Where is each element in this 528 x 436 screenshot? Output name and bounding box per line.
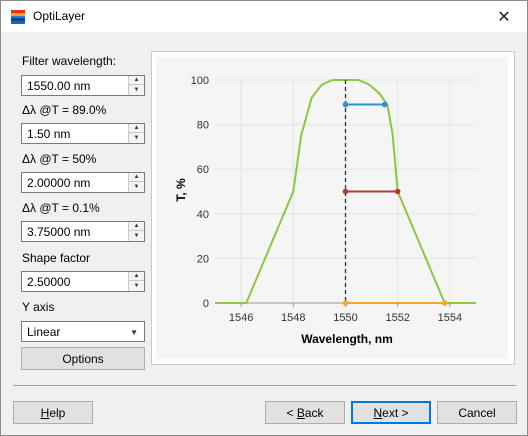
spin-up-icon[interactable]: ▲	[129, 124, 144, 133]
back-label-rest: ack	[304, 405, 324, 420]
dl-01-label: Δλ @T = 0.1%	[22, 201, 100, 215]
y-tick-label: 80	[197, 120, 209, 132]
optilayer-app-icon	[11, 10, 25, 24]
next-button[interactable]: Next >	[351, 401, 431, 424]
footer-separator	[13, 385, 516, 386]
cancel-label: Cancel	[458, 405, 496, 420]
close-button[interactable]: ✕	[481, 1, 527, 32]
bandwidth-marker-point	[394, 188, 401, 195]
x-tick-label: 1548	[281, 312, 305, 324]
spin-down-icon[interactable]: ▼	[129, 231, 144, 240]
spin-up-icon[interactable]: ▲	[129, 222, 144, 231]
dl-50-value[interactable]: 2.00000 nm	[27, 176, 90, 190]
dialog-window: OptiLayer ✕ Filter wavelength: 1550.00 n…	[0, 0, 528, 436]
y-axis-select[interactable]: Linear ▼	[21, 321, 145, 342]
filter-wavelength-value[interactable]: 1550.00 nm	[27, 79, 90, 93]
spin-up-icon[interactable]: ▲	[129, 76, 144, 85]
y-tick-label: 60	[197, 164, 209, 176]
spin-arrows: ▲ ▼	[128, 272, 144, 291]
filter-wavelength-spinbox[interactable]: 1550.00 nm ▲ ▼	[21, 75, 145, 96]
next-access-key: N	[373, 405, 383, 420]
y-axis-selected: Linear	[27, 325, 61, 339]
dl-89-spinbox[interactable]: 1.50 nm ▲ ▼	[21, 123, 145, 144]
shape-factor-value[interactable]: 2.50000	[27, 275, 70, 289]
y-axis-label-chart: T, %	[174, 178, 188, 202]
bandwidth-marker-point	[342, 101, 349, 108]
spin-down-icon[interactable]: ▼	[129, 281, 144, 290]
cancel-button[interactable]: Cancel	[437, 401, 517, 424]
help-access-key: H	[40, 405, 50, 420]
back-button[interactable]: < Back	[265, 401, 345, 424]
y-tick-label: 100	[191, 75, 209, 87]
x-tick-label: 1552	[385, 312, 409, 324]
y-tick-label: 40	[197, 209, 209, 221]
x-tick-label: 1554	[438, 312, 462, 324]
x-axis-label: Wavelength, nm	[301, 332, 393, 346]
shape-factor-spinbox[interactable]: 2.50000 ▲ ▼	[21, 271, 145, 292]
chevron-down-icon: ▼	[130, 328, 138, 337]
options-button-label: Options	[62, 351, 104, 366]
spin-arrows: ▲ ▼	[128, 173, 144, 192]
dl-01-value[interactable]: 3.75000 nm	[27, 225, 90, 239]
spin-up-icon[interactable]: ▲	[129, 272, 144, 281]
back-access-key: B	[296, 405, 305, 420]
dl-50-label: Δλ @T = 50%	[22, 152, 97, 166]
y-tick-label: 20	[197, 253, 209, 265]
filter-wavelength-label: Filter wavelength:	[22, 54, 117, 68]
transmittance-chart: 0 20 40 60 80 100 1546 1548 1550 1552 1554 Wavele…	[174, 75, 476, 346]
window-title: OptiLayer	[33, 9, 86, 23]
bandwidth-marker-point	[342, 300, 349, 306]
spin-up-icon[interactable]: ▲	[129, 173, 144, 182]
y-tick-label: 0	[203, 298, 209, 310]
spin-down-icon[interactable]: ▼	[129, 182, 144, 191]
dl-50-spinbox[interactable]: 2.00000 nm ▲ ▼	[21, 172, 145, 193]
spin-down-icon[interactable]: ▼	[129, 85, 144, 94]
title-bar: OptiLayer ✕	[1, 1, 527, 32]
x-tick-label: 1546	[229, 312, 253, 324]
help-button[interactable]: Help	[13, 401, 93, 424]
dl-01-spinbox[interactable]: 3.75000 nm ▲ ▼	[21, 221, 145, 242]
options-button[interactable]: Options	[21, 347, 145, 370]
bandwidth-marker-point	[342, 188, 349, 195]
x-tick-label: 1550	[333, 312, 357, 324]
bandwidth-marker-point	[441, 300, 448, 306]
y-axis-label: Y axis	[22, 300, 55, 314]
next-label-rest: ext >	[382, 405, 409, 420]
close-icon: ✕	[497, 8, 511, 26]
bandwidth-marker-point	[381, 101, 388, 108]
shape-factor-label: Shape factor	[22, 251, 91, 265]
spin-arrows: ▲ ▼	[128, 76, 144, 95]
spin-down-icon[interactable]: ▼	[129, 133, 144, 142]
back-label-prefix: <	[286, 405, 297, 420]
spin-arrows: ▲ ▼	[128, 124, 144, 143]
dl-89-value[interactable]: 1.50 nm	[27, 127, 70, 141]
spin-arrows: ▲ ▼	[128, 222, 144, 241]
dl-89-label: Δλ @T = 89.0%	[22, 103, 107, 117]
help-label-rest: elp	[49, 405, 66, 420]
